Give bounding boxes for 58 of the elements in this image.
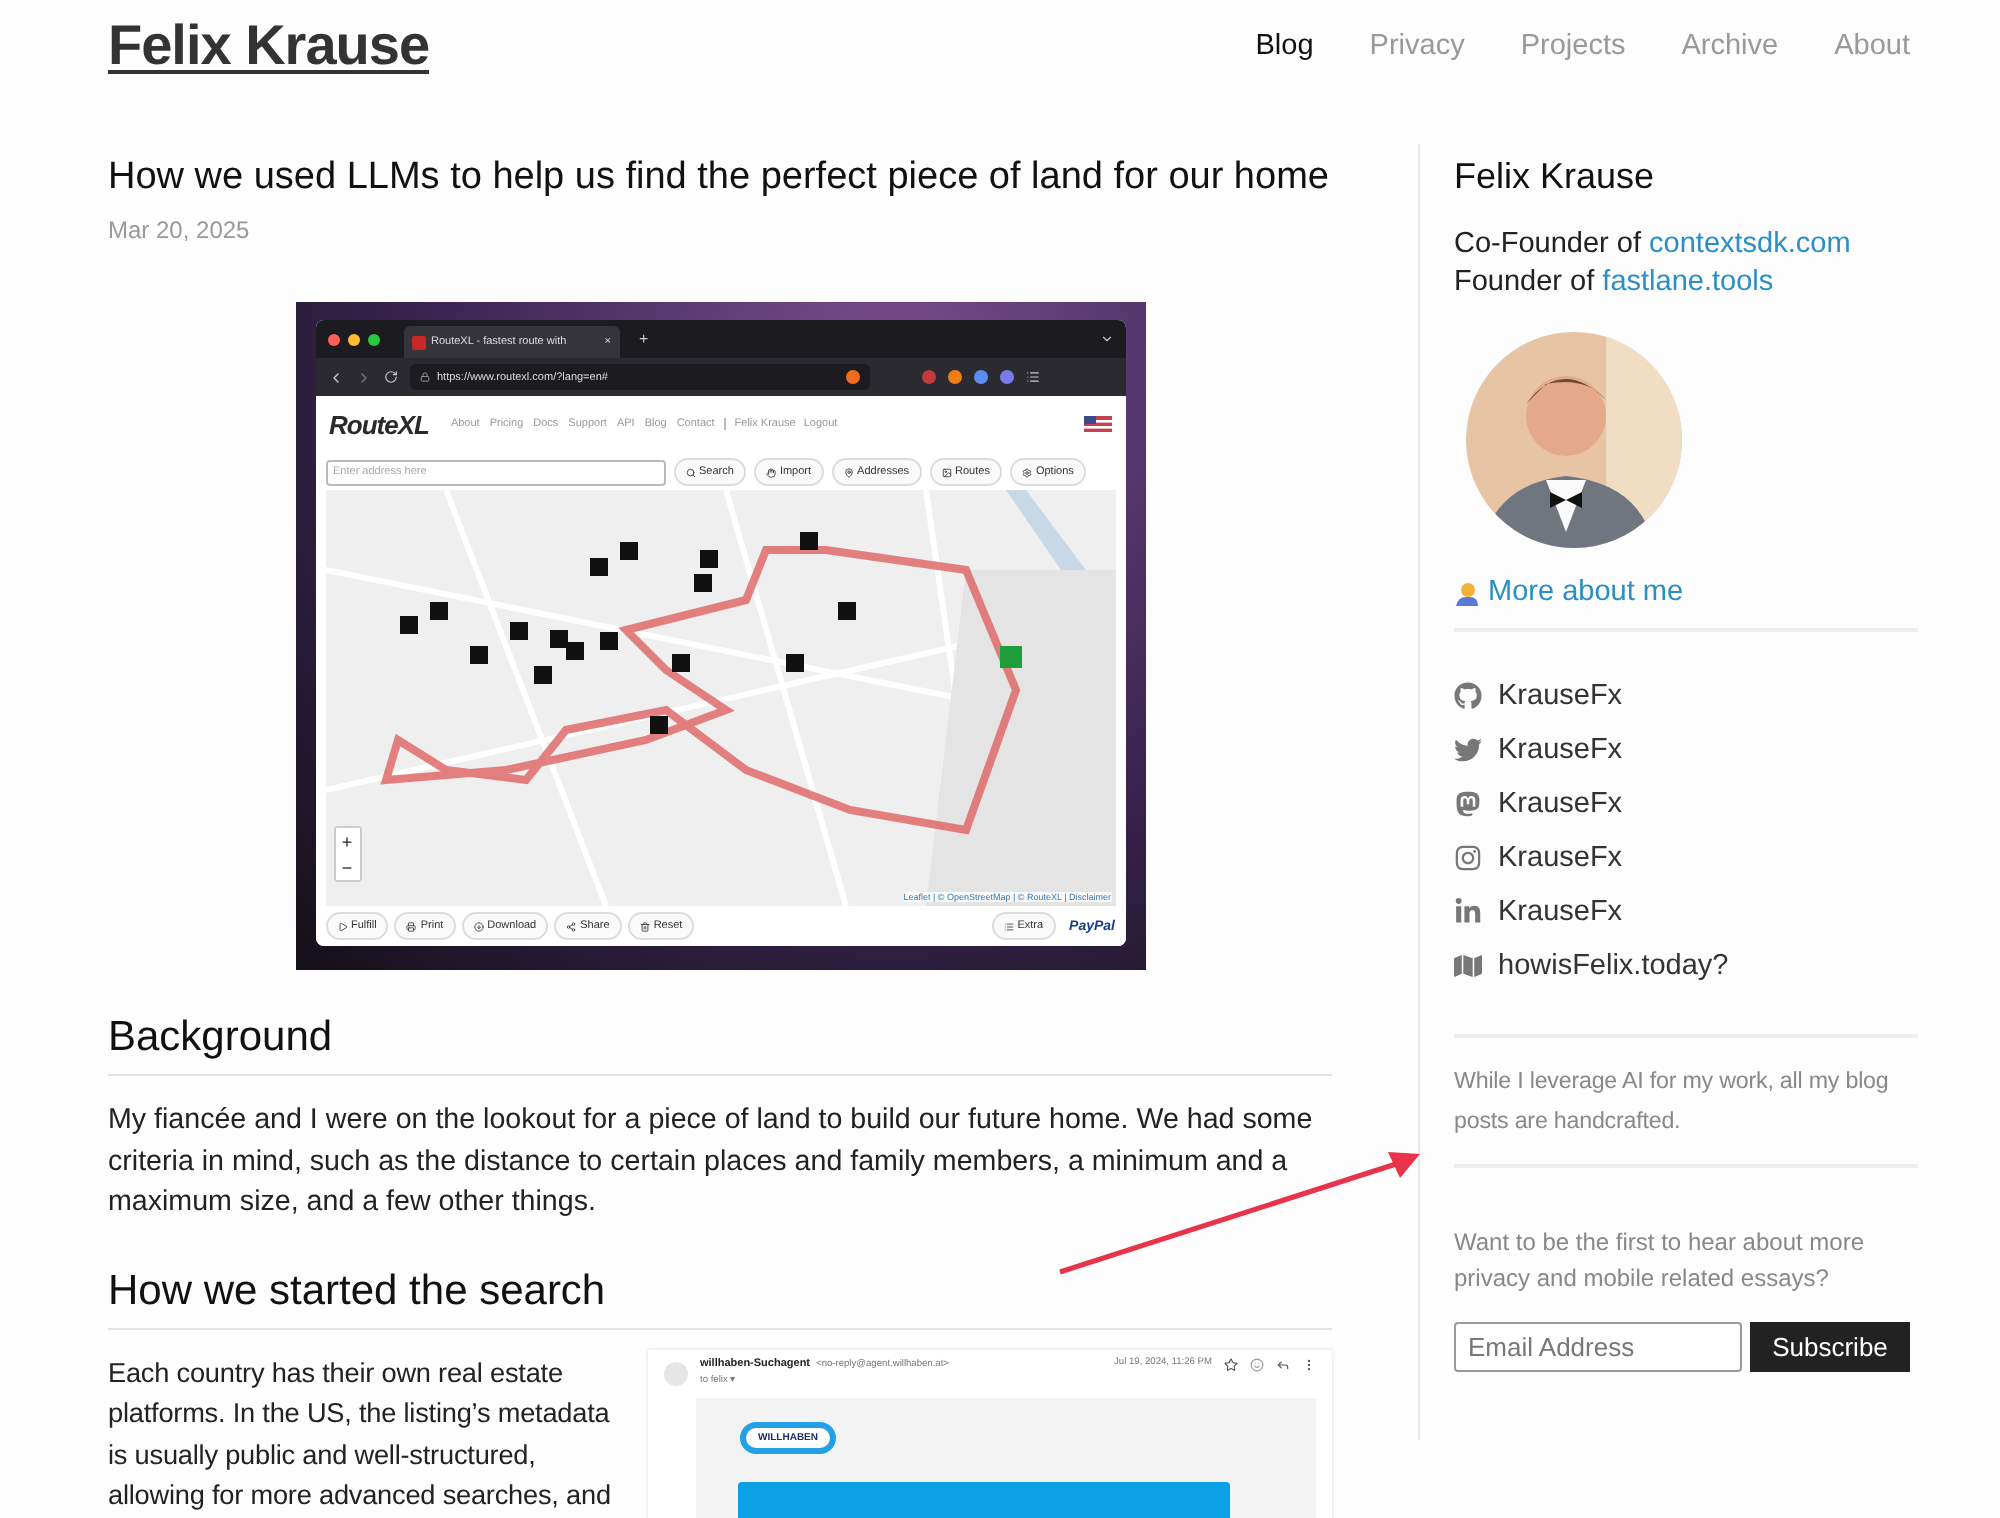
subscribe-button[interactable]: Subscribe [1750,1322,1910,1372]
new-tab-button[interactable]: + [639,330,649,348]
social-link[interactable]: KrauseFx [1498,734,1623,766]
mastodon-icon [1454,790,1482,818]
section-heading: How we started the search [108,1267,1332,1329]
person-emoji-icon [1454,579,1480,605]
sender-avatar-icon [664,1361,688,1385]
site-title[interactable]: Felix Krause [108,14,430,78]
lock-icon [419,372,429,382]
menu-icon[interactable] [1025,370,1039,384]
printer-icon [406,921,417,931]
image-icon [941,467,952,477]
instagram-icon [1454,844,1482,872]
social-link[interactable]: howisFelix.today? [1498,950,1729,982]
role-text: Co-Founder of [1454,228,1641,260]
github-icon [1454,682,1482,710]
ai-note: While I leverage AI for my work, all my blog posts are handcrafted. [1454,1038,1918,1168]
routexl-logo[interactable]: RouteXL [329,409,429,439]
company-link[interactable]: fastlane.tools [1602,266,1774,298]
reload-icon[interactable] [383,370,397,384]
social-link[interactable]: KrauseFx [1498,896,1623,928]
close-dot-icon [327,333,339,345]
reply-icon[interactable] [1276,1357,1290,1371]
settings-icon [1021,467,1032,477]
flag-icon[interactable] [1083,416,1111,432]
paragraph: My fiancée and I were on the lookout for a piece of land to build our future home. We had some criteria in mind, such as the distance to certain places and family members, a minimum and a maximum size, and a few other things. [108,1102,1315,1222]
subscribe-text: Want to be the first to hear about more privacy and mobile related essays? [1454,1226,1866,1295]
company-link[interactable]: contextsdk.com [1649,228,1851,260]
search-icon [685,467,695,477]
social-link[interactable]: KrauseFx [1498,788,1623,820]
paragraph: Each country has their own real estate platforms. In the US, the listing’s metadata is usually public and well-structured, allowing for more advanced searches, and [108,1355,613,1514]
more-icon[interactable] [1302,1357,1316,1371]
post-date: Mar 20, 2025 [108,216,252,244]
play-icon [337,921,347,931]
zoom-dot-icon [367,333,379,345]
nav-link[interactable]: Blog [1255,30,1314,62]
bird-icon [1454,736,1482,764]
hand-icon [765,467,776,477]
pin-icon [843,467,854,477]
social-link[interactable]: KrauseFx [1498,842,1623,874]
minimize-dot-icon [347,333,359,345]
emoji-icon[interactable] [1250,1357,1264,1371]
chevron-icon[interactable] [1099,332,1113,346]
list-icon [1003,921,1014,931]
download-icon [473,921,484,931]
more-about-me-link[interactable]: More about me [1488,576,1684,608]
author-name: Felix Krause [1454,156,1657,198]
section-heading: Background [108,1014,1332,1076]
favicon-icon [411,335,425,349]
post-title: How we used LLMs to help us find the perfect piece of land for our home [108,156,1331,200]
social-link[interactable]: KrauseFx [1498,680,1623,712]
map-icon [1454,952,1482,980]
star-icon[interactable] [1224,1357,1238,1371]
linkedin-icon [1454,898,1482,926]
share-icon [566,921,577,931]
trash-icon [639,921,650,931]
role-text: Founder of [1454,266,1595,298]
email-field[interactable]: Email Address [1454,1322,1742,1372]
